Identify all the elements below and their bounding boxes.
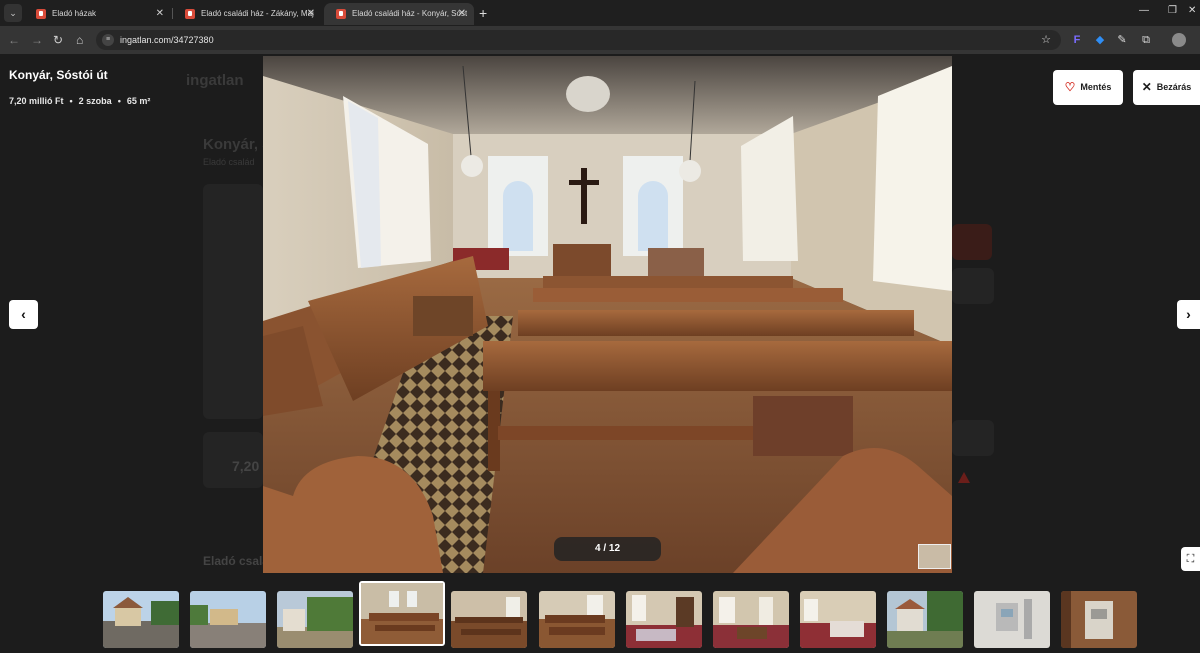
separator-dot: • <box>69 96 73 106</box>
thumbnail-12[interactable] <box>1061 591 1137 648</box>
warning-icon-ghost <box>958 472 970 483</box>
home-icon[interactable]: ⌂ <box>76 32 83 48</box>
browser-tab-3-active[interactable]: Eladó családi ház - Konyár, Sóst ✕ <box>324 3 474 25</box>
back-arrow-icon[interactable]: ← <box>8 32 20 48</box>
address-bar[interactable]: ≡ ingatlan.com/34727380 ☆ <box>96 30 1061 50</box>
secondary-button-ghost <box>952 268 994 304</box>
fullscreen-icon[interactable]: ⛶ <box>1181 547 1200 571</box>
extension-pen-icon[interactable]: ✎ <box>1115 33 1129 47</box>
site-info-icon[interactable]: ≡ <box>102 34 114 46</box>
thumbnail-image <box>626 591 702 648</box>
tab-close-icon[interactable]: ✕ <box>307 3 315 25</box>
separator-dot: • <box>117 96 121 106</box>
extension-diamond-icon[interactable]: ◆ <box>1093 33 1107 47</box>
thumbnail-image <box>539 591 615 648</box>
photo-counter: 4 / 12 <box>554 537 661 561</box>
thumbnail-image <box>361 583 443 644</box>
listing-title: Konyár, Sóstói út <box>9 68 108 82</box>
main-photo-ghost <box>203 184 263 419</box>
thumbnail-image <box>277 591 353 648</box>
thumbnail-image <box>1061 591 1137 648</box>
tab-close-icon[interactable]: ✕ <box>156 3 164 25</box>
listing-rooms: 2 szoba <box>78 96 112 106</box>
tab-title: Eladó házak <box>52 9 97 18</box>
thumbnail-3[interactable] <box>277 591 353 648</box>
new-tab-icon[interactable]: + <box>479 3 487 23</box>
thumbnail-4-active[interactable] <box>359 581 445 646</box>
save-button[interactable]: ♡ Mentés <box>1053 70 1123 105</box>
photo-watermark-icon <box>918 544 951 569</box>
thumbnail-image <box>974 591 1050 648</box>
browser-tab-bar: ⌄ Eladó házak ✕ Eladó családi ház - Záká… <box>0 0 1200 26</box>
thumbnail-image <box>887 591 963 648</box>
url-text: ingatlan.com/34727380 <box>120 35 214 45</box>
chevron-right-icon: › <box>1186 306 1191 322</box>
thumbnail-image <box>103 591 179 648</box>
page-title-ghost: Konyár, S <box>203 136 273 153</box>
listing-area: 65 m² <box>126 96 151 106</box>
close-icon: ✕ <box>1141 80 1152 94</box>
thumbnail-8[interactable] <box>713 591 789 648</box>
church-interior-photo <box>263 56 952 573</box>
close-button[interactable]: ✕ Bezárás <box>1133 70 1200 105</box>
thumbnail-image <box>451 591 527 648</box>
extension-f-icon[interactable]: F <box>1070 33 1084 47</box>
tab-close-icon[interactable]: ✕ <box>458 3 466 25</box>
heart-icon: ♡ <box>1064 80 1076 94</box>
thumbnail-image <box>800 591 876 648</box>
previous-photo-button[interactable]: ‹ <box>9 300 38 329</box>
minimize-icon[interactable]: — <box>1139 5 1149 16</box>
chevron-left-icon: ‹ <box>21 306 26 322</box>
reload-icon[interactable]: ↻ <box>53 32 63 48</box>
gallery-main-photo[interactable] <box>263 56 952 573</box>
profile-avatar-icon[interactable] <box>1172 33 1186 47</box>
forward-arrow-icon[interactable]: → <box>31 32 43 48</box>
tab-title: Eladó családi ház - Konyár, Sóst <box>352 9 468 18</box>
favicon-icon <box>336 9 346 19</box>
thumbnail-image <box>713 591 789 648</box>
window-close-icon[interactable]: ✕ <box>1188 5 1196 16</box>
thumbnail-1[interactable] <box>103 591 179 648</box>
thumbnail-9[interactable] <box>800 591 876 648</box>
bookmark-star-icon[interactable]: ☆ <box>1041 30 1051 50</box>
tab-search-icon[interactable]: ⌄ <box>4 4 22 22</box>
tab-title: Eladó családi ház - Zákány, Máj <box>201 9 314 18</box>
favicon-icon <box>36 9 46 19</box>
site-logo-ghost: ingatlan <box>186 72 244 89</box>
thumbnail-6[interactable] <box>539 591 615 648</box>
listing-meta: 7,20 millió Ft • 2 szoba • 65 m² <box>9 96 150 106</box>
favicon-icon <box>185 9 195 19</box>
thumbnail-11[interactable] <box>974 591 1050 648</box>
listing-price: 7,20 millió Ft <box>9 96 64 106</box>
section-heading-ghost: Eladó csalá <box>203 554 270 568</box>
save-label: Mentés <box>1080 82 1112 92</box>
thumbnail-2[interactable] <box>190 591 266 648</box>
extensions-puzzle-icon[interactable]: ⧉ <box>1139 33 1153 47</box>
browser-toolbar: ← → ↻ ⌂ ≡ ingatlan.com/34727380 ☆ F ◆ ✎ … <box>0 26 1200 54</box>
thumbnail-image <box>190 591 266 648</box>
thumbnail-10[interactable] <box>887 591 963 648</box>
card-ghost <box>952 420 994 456</box>
thumbnail-5[interactable] <box>451 591 527 648</box>
browser-tab-1[interactable]: Eladó házak ✕ <box>24 3 172 25</box>
contact-button-ghost <box>952 224 992 260</box>
thumbnail-7[interactable] <box>626 591 702 648</box>
close-label: Bezárás <box>1156 82 1192 92</box>
price-ghost: 7,20 <box>232 458 260 474</box>
browser-tab-2[interactable]: Eladó családi ház - Zákány, Máj ✕ <box>173 3 323 25</box>
next-photo-button[interactable]: › <box>1177 300 1200 329</box>
restore-icon[interactable]: ❐ <box>1168 5 1177 16</box>
page-subtitle-ghost: Eladó család <box>203 157 255 167</box>
